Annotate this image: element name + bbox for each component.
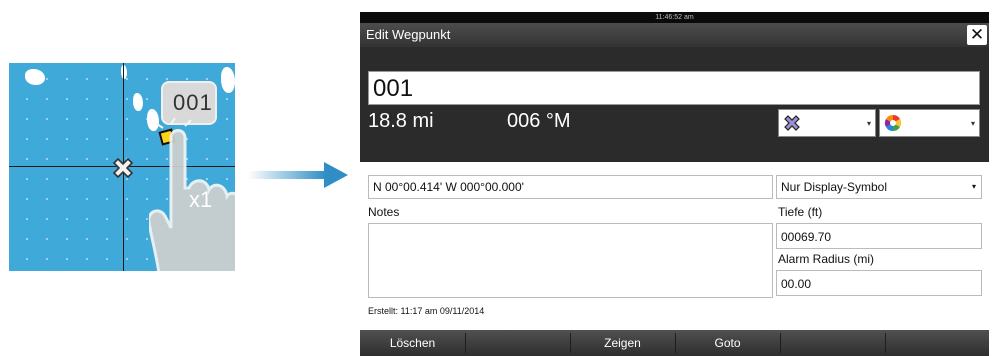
transition-arrow-icon [248,162,348,188]
position-field[interactable]: N 00°00.414' W 000°00.000' [368,175,773,199]
symbol-select[interactable]: ▾ [778,109,876,137]
dialog-title: Edit Wegpunkt [366,27,451,42]
land-mass [25,69,45,85]
close-button[interactable]: ✕ [967,25,987,45]
color-wheel-icon [884,114,902,132]
device-screen: 11:46:52 am Edit Wegpunkt ✕ 001 18.8 mi … [360,12,989,356]
divider [885,333,886,353]
notes-label: Notes [368,205,400,219]
waypoint-symbol-icon [112,157,134,179]
land-mass [121,65,127,79]
display-mode-value: Nur Display-Symbol [781,180,888,194]
land-mass [133,93,143,111]
divider [465,333,466,353]
goto-button[interactable]: Goto [675,330,780,356]
depth-input[interactable]: 00069.70 [776,223,982,249]
show-button[interactable]: Zeigen [570,330,675,356]
popup-label: 001 [173,90,213,115]
depth-label: Tiefe (ft) [778,205,823,219]
color-select[interactable]: ▾ [879,109,980,137]
waypoint-header: 001 18.8 mi 006 °M ▾ ▾ [360,47,989,162]
dialog-titlebar: Edit Wegpunkt ✕ [360,23,989,47]
chevron-down-icon: ▾ [866,119,871,128]
alarm-radius-label: Alarm Radius (mi) [778,252,875,266]
bearing-readout: 006 °M [507,110,571,132]
delete-button[interactable]: Löschen [360,330,465,356]
action-bar: Löschen Zeigen Goto [360,330,989,356]
divider [780,333,781,353]
waypoint-details: N 00°00.414' W 000°00.000' Nur Display-S… [360,162,989,330]
waypoint-cross-icon [784,115,800,131]
chevron-down-icon: ▾ [970,119,975,128]
notes-textarea[interactable] [368,223,773,298]
distance-readout: 18.8 mi [368,110,434,132]
display-mode-select[interactable]: Nur Display-Symbol ▾ [776,175,982,199]
tap-count-label: x1 [189,187,213,212]
chart-illustration: 001 x1 [9,63,235,271]
chevron-down-icon: ▾ [971,182,976,191]
created-timestamp: Erstellt: 11:17 am 09/11/2014 [368,306,485,316]
land-mass [221,67,235,93]
status-bar-time: 11:46:52 am [360,12,989,23]
alarm-radius-input[interactable]: 00.00 [776,270,982,296]
waypoint-name-input[interactable]: 001 [368,71,980,105]
